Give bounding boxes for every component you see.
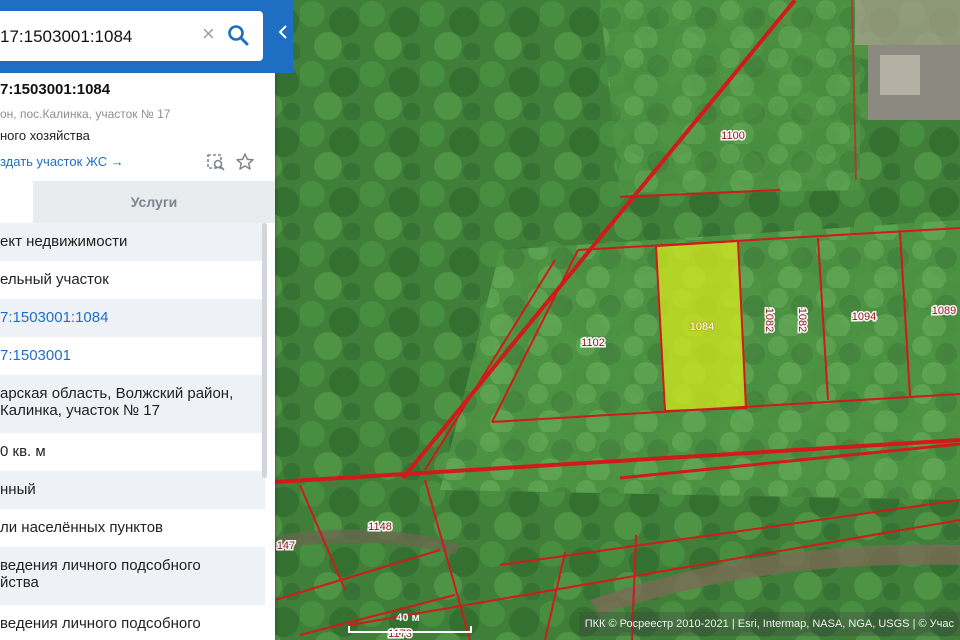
- attribute-value-line2: йства: [0, 574, 39, 591]
- attribute-value-line1: арская область, Волжский район,: [0, 385, 234, 402]
- parcel-label-1084: 1084: [690, 321, 714, 333]
- attribute-value-line1: ведения личного подсобного: [0, 557, 201, 574]
- list-item: 7:1503001: [0, 337, 265, 375]
- attribute-value: 0 кв. м: [0, 443, 46, 460]
- list-item: ведения личного подсобного: [0, 605, 265, 640]
- attribute-value: ведения личного подсобного: [0, 615, 201, 632]
- cadastral-quarter-link[interactable]: 7:1503001: [0, 347, 71, 364]
- scale-bar: [348, 626, 472, 633]
- list-item: 7:1503001:1084: [0, 299, 265, 337]
- parcel-label-1094: 1094: [852, 311, 876, 323]
- search-header: 17:1503001:1084 ×: [0, 0, 293, 73]
- attribute-value-line2: Калинка, участок № 17: [0, 402, 160, 419]
- satellite-roof: [880, 55, 920, 95]
- parcel-label-1148: 1148: [368, 521, 392, 533]
- clear-search-icon[interactable]: ×: [202, 23, 215, 45]
- tab-info[interactable]: [0, 181, 33, 223]
- tab-services[interactable]: Услуги: [33, 181, 275, 223]
- panel-scrollbar[interactable]: [262, 223, 267, 478]
- attribute-value: ельный участок: [0, 271, 109, 288]
- favorite-star-icon[interactable]: [235, 152, 255, 177]
- attribute-value: ли населённых пунктов: [0, 519, 164, 536]
- panel-tabs: Услуги: [0, 181, 275, 223]
- map-scale: 40 м: [348, 612, 478, 636]
- parcel-label-1082-a: 1082: [763, 308, 775, 332]
- collapse-panel-button[interactable]: [276, 24, 290, 48]
- chevron-left-icon: [278, 25, 287, 39]
- list-item: нный: [0, 471, 265, 509]
- scale-label: 40 м: [396, 612, 420, 624]
- parcel-label-1100: 1100: [721, 130, 745, 142]
- list-item: ект недвижимости: [0, 223, 265, 261]
- parcel-label-1082-b: 1082: [796, 308, 808, 332]
- satellite-field: [600, 0, 860, 195]
- create-parcel-link[interactable]: здать участок ЖС →: [0, 154, 124, 169]
- list-item: ли населённых пунктов: [0, 509, 265, 547]
- parcel-label-1102: 1102: [581, 337, 605, 349]
- attribute-value: ект недвижимости: [0, 233, 128, 250]
- object-usage: ного хозяйства: [0, 128, 90, 143]
- attributes-list: ект недвижимости ельный участок 7:150300…: [0, 223, 265, 640]
- parcel-label-147: 147: [277, 540, 295, 552]
- search-box[interactable]: 17:1503001:1084 ×: [0, 11, 263, 61]
- attribute-value: нный: [0, 481, 36, 498]
- cadastral-number-link[interactable]: 7:1503001:1084: [0, 309, 108, 326]
- list-item: 0 кв. м: [0, 433, 265, 471]
- list-item: ельный участок: [0, 261, 265, 299]
- list-item: ведения личного подсобного йства: [0, 547, 265, 605]
- find-on-map-icon[interactable]: [206, 152, 226, 177]
- search-icon[interactable]: [227, 24, 249, 51]
- search-input[interactable]: 17:1503001:1084: [0, 27, 132, 47]
- parcel-label-1089: 1089: [932, 305, 956, 317]
- satellite-yard: [855, 0, 960, 45]
- map-attribution: ПКК © Росреестр 2010-2021 | Esri, Interm…: [578, 612, 960, 636]
- object-title: 7:1503001:1084: [0, 81, 111, 98]
- object-address: он, пос.Калинка, участок № 17: [0, 107, 171, 121]
- info-panel: 7:1503001:1084 он, пос.Калинка, участок …: [0, 0, 275, 640]
- list-item: арская область, Волжский район, Калинка,…: [0, 375, 265, 433]
